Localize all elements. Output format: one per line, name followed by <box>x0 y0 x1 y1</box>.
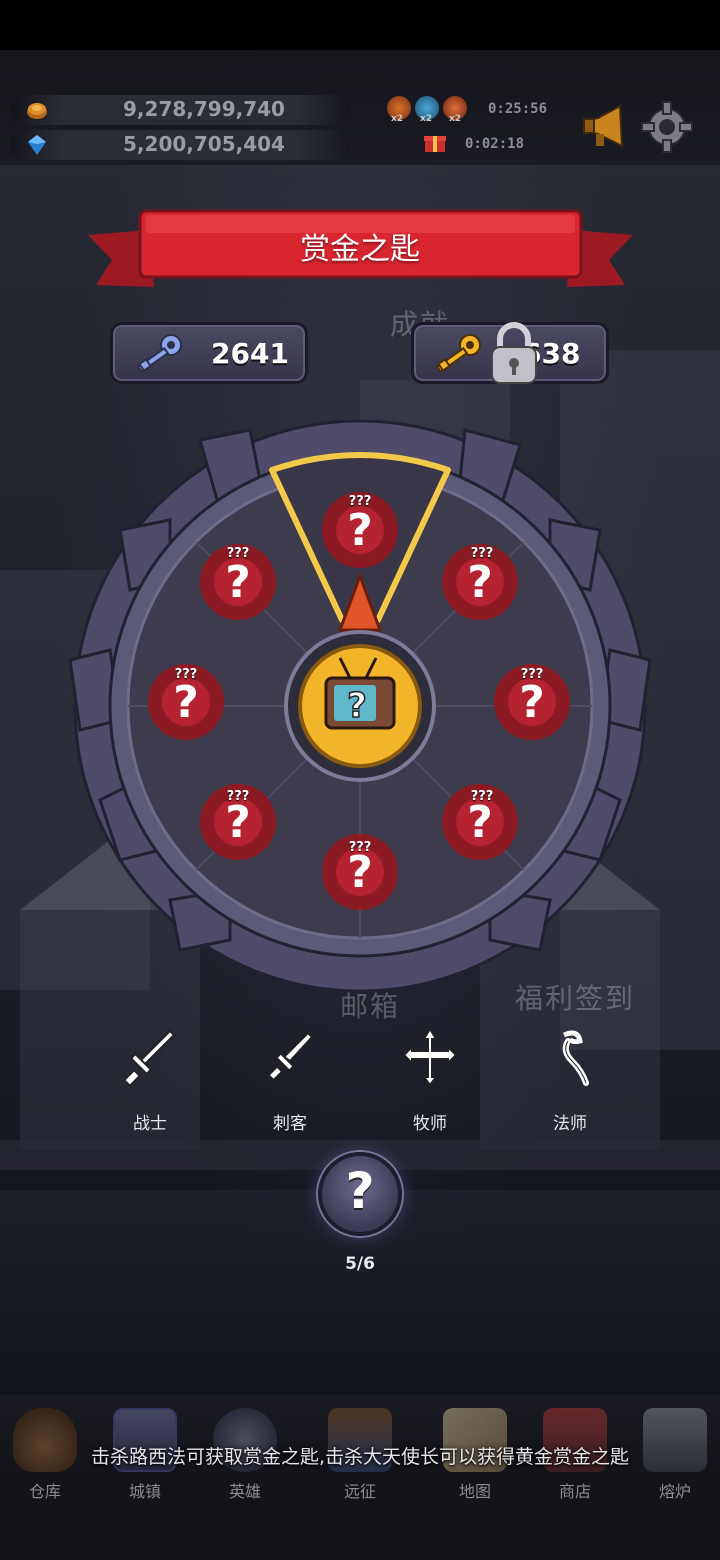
gem-resource: 5,200,705,404 <box>10 130 350 160</box>
hint-message: 击杀路西法可获取赏金之匙,击杀大天使长可以获得黄金赏金之匙 <box>90 1446 630 1468</box>
nav-expedition-label: 远征 <box>343 1482 376 1501</box>
gift-timer: 0:02:18 <box>465 136 525 152</box>
prize-label-right: ??? <box>520 667 544 682</box>
silver-key-count: 2641 <box>211 337 289 370</box>
prize-label-left: ??? <box>174 667 198 682</box>
prize-label-bottom-right: ??? <box>470 789 494 804</box>
megaphone-icon[interactable] <box>582 104 630 148</box>
padlock-icon <box>491 322 537 384</box>
status-bar <box>0 0 720 50</box>
gem-icon <box>28 135 46 155</box>
svg-text:?: ? <box>347 686 367 726</box>
svg-text:?: ? <box>347 505 373 556</box>
gold-coin-icon <box>27 103 47 119</box>
gold-key-icon <box>435 334 481 374</box>
mystery-hero-button[interactable]: ? <box>318 1152 402 1236</box>
buff-timer: 0:25:56 <box>488 101 548 117</box>
dagger-icon <box>267 1031 314 1082</box>
gold-resource: 9,278,799,740 <box>10 95 350 125</box>
nav-warehouse-label: 仓库 <box>28 1482 61 1501</box>
buff-panel[interactable]: x2 x2 x2 0:25:56 0:02:18 <box>385 94 550 158</box>
class-assassin[interactable]: 刺客 <box>250 1025 330 1145</box>
svg-text:?: ? <box>519 677 545 728</box>
prize-label-bottom-left: ??? <box>226 789 250 804</box>
gold-buff-multiplier: x2 <box>391 114 404 124</box>
class-mage[interactable]: 法师 <box>530 1025 610 1145</box>
class-priest[interactable]: 牧师 <box>390 1025 470 1145</box>
nav-map-label: 地图 <box>458 1482 491 1501</box>
svg-text:?: ? <box>467 797 493 848</box>
prize-label-top: ??? <box>348 494 372 509</box>
svg-text:?: ? <box>467 557 493 608</box>
nav-heroes-label: 英雄 <box>228 1482 261 1501</box>
silver-key-icon <box>136 334 182 374</box>
silver-key-counter: 2641 <box>110 322 308 384</box>
prize-label-top-right: ??? <box>470 546 494 561</box>
svg-text:?: ? <box>225 797 251 848</box>
sword-icon <box>122 1029 176 1087</box>
settings-gear-icon[interactable] <box>640 100 694 154</box>
page-title: 赏金之匙 <box>300 232 420 267</box>
gold-key-counter: 638 <box>411 322 609 384</box>
mystery-progress: 5/6 <box>345 1254 375 1274</box>
prize-label-bottom: ??? <box>348 840 372 855</box>
staff-icon <box>562 1030 589 1086</box>
gift-icon <box>424 136 446 152</box>
gold-value: 9,278,799,740 <box>123 97 285 121</box>
nav-forge-label: 熔炉 <box>658 1482 691 1501</box>
class-warrior-label: 战士 <box>133 1114 167 1134</box>
class-priest-label: 牧师 <box>413 1114 447 1134</box>
class-assassin-label: 刺客 <box>273 1114 307 1134</box>
holy-cross-icon <box>402 1027 458 1087</box>
nav-town-label: 城镇 <box>128 1482 161 1501</box>
svg-text:?: ? <box>225 557 251 608</box>
gem-buff-multiplier: x2 <box>420 114 433 124</box>
nav-shop-label: 商店 <box>558 1482 591 1501</box>
class-warrior[interactable]: 战士 <box>110 1025 190 1145</box>
svg-text:?: ? <box>173 677 199 728</box>
class-mage-label: 法师 <box>553 1114 587 1134</box>
gem-value: 5,200,705,404 <box>123 132 285 156</box>
prize-label-top-left: ??? <box>226 546 250 561</box>
exp-buff-multiplier: x2 <box>449 114 462 124</box>
question-mark-icon: ? <box>345 1162 375 1220</box>
